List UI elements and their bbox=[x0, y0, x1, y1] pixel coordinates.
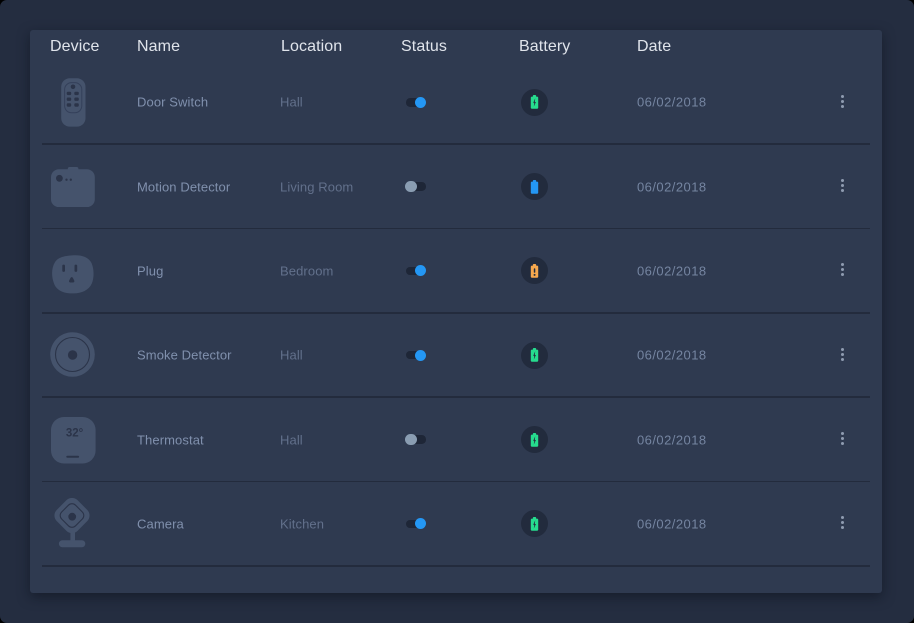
svg-text:32°: 32° bbox=[66, 427, 84, 439]
